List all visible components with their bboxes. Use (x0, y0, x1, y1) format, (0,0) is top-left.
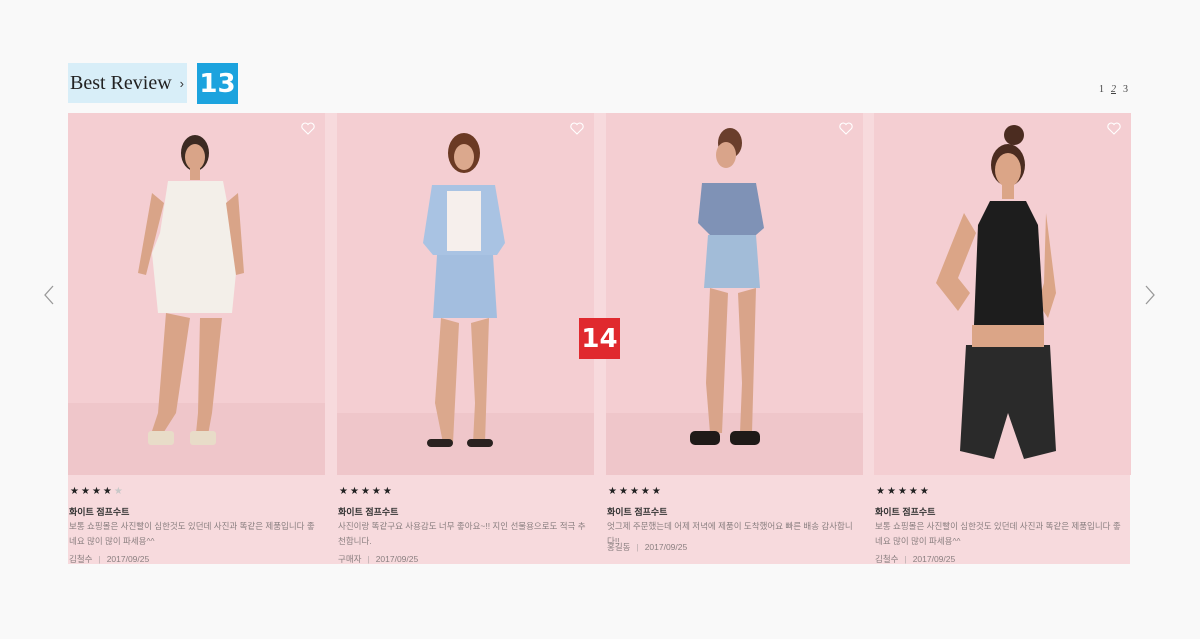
star-icon: ★ (382, 486, 394, 497)
chevron-right-icon[interactable] (1143, 284, 1157, 306)
model-black-tank-image (874, 113, 1131, 475)
meta-divider: | (636, 542, 639, 552)
product-name[interactable]: 화이트 점프수트 (607, 505, 667, 518)
star-icon: ★ (608, 486, 619, 497)
heart-icon[interactable] (301, 122, 315, 135)
star-icon: ★ (371, 486, 383, 497)
review-card-3[interactable]: ★★★★★ 화이트 점프수트 엇그제 주문했는데 어제 저녁에 제품이 도착했어… (606, 113, 863, 564)
star-icon: ★ (360, 486, 372, 497)
model-denim-jacket-image (337, 113, 594, 475)
product-name[interactable]: 화이트 점프수트 (69, 505, 129, 518)
review-date: 2017/09/25 (644, 542, 688, 552)
heart-icon[interactable] (839, 122, 853, 135)
review-photo[interactable] (874, 113, 1131, 475)
review-card-2[interactable]: ★★★★★ 화이트 점프수트 사진이랑 똑같구요 사용감도 너무 좋아요~!! … (337, 113, 594, 564)
review-author: 홍길동 (607, 542, 631, 552)
star-icon: ★ (640, 486, 652, 497)
star-icon: ★ (91, 486, 103, 497)
page-3-link[interactable]: 3 (1123, 84, 1128, 95)
page-2-link[interactable]: 2 (1111, 84, 1116, 95)
review-text: 사진이랑 똑같구요 사용감도 너무 좋아요~!! 지인 선물용으로도 적극 추천… (338, 521, 586, 546)
star-icon: ★ (908, 486, 920, 497)
model-white-jumpsuit-image (68, 113, 325, 475)
review-date: 2017/09/25 (106, 554, 150, 564)
star-icon: ★ (651, 486, 663, 497)
star-icon: ★ (70, 486, 81, 497)
star-rating: ★★★★★ (876, 486, 931, 497)
review-card-1[interactable]: ★★★★★ 화이트 점프수트 보통 쇼핑몰은 사진빨이 심한것도 있던데 사진과… (68, 113, 325, 564)
model-blue-top-image (606, 113, 863, 475)
page-1-link[interactable]: 1 (1099, 84, 1104, 95)
star-icon: ★ (339, 486, 350, 497)
chevron-left-icon[interactable] (42, 284, 56, 306)
star-icon: ★ (629, 486, 641, 497)
review-meta: 김철수 | 2017/09/25 (69, 553, 149, 565)
star-icon: ★ (886, 486, 898, 497)
meta-divider: | (367, 554, 370, 564)
star-icon: ★ (618, 486, 630, 497)
review-author: 구매자 (338, 554, 362, 564)
meta-divider: | (904, 554, 907, 564)
chevron-right-icon: › (179, 75, 184, 91)
review-photo[interactable] (337, 113, 594, 475)
section-title-text: Best Review (70, 71, 172, 94)
review-date: 2017/09/25 (912, 554, 956, 564)
review-photo[interactable] (606, 113, 863, 475)
product-name[interactable]: 화이트 점프수트 (338, 505, 398, 518)
review-author: 김철수 (69, 554, 93, 564)
review-meta: 구매자 | 2017/09/25 (338, 553, 418, 565)
heart-icon[interactable] (1107, 122, 1121, 135)
review-author: 김철수 (875, 554, 899, 564)
review-photo[interactable] (68, 113, 325, 475)
review-date: 2017/09/25 (375, 554, 419, 564)
star-rating: ★★★★★ (339, 486, 394, 497)
star-rating: ★★★★★ (70, 486, 125, 497)
pagination: 1 2 3 (1099, 84, 1128, 95)
review-text: 보통 쇼핑몰은 사진빨이 심한것도 있던데 사진과 똑같은 제품입니다 좋네요 … (875, 521, 1121, 546)
annotation-badge-14: 14 (579, 318, 620, 359)
review-card-4[interactable]: ★★★★★ 화이트 점프수트 보통 쇼핑몰은 사진빨이 심한것도 있던데 사진과… (874, 113, 1131, 564)
star-rating: ★★★★★ (608, 486, 663, 497)
star-icon: ★ (876, 486, 887, 497)
review-meta: 김철수 | 2017/09/25 (875, 553, 955, 565)
star-icon: ★ (80, 486, 92, 497)
star-icon: ★ (102, 486, 114, 497)
star-empty-icon: ★ (113, 486, 125, 497)
section-title[interactable]: Best Review › (68, 63, 187, 103)
meta-divider: | (98, 554, 101, 564)
review-text: 보통 쇼핑몰은 사진빨이 심한것도 있던데 사진과 똑같은 제품입니다 좋네요 … (69, 521, 315, 546)
heart-icon[interactable] (570, 122, 584, 135)
star-icon: ★ (349, 486, 361, 497)
annotation-badge-13: 13 (197, 63, 238, 104)
review-meta: 홍길동 | 2017/09/25 (607, 541, 687, 553)
star-icon: ★ (919, 486, 931, 497)
product-name[interactable]: 화이트 점프수트 (875, 505, 935, 518)
star-icon: ★ (897, 486, 909, 497)
